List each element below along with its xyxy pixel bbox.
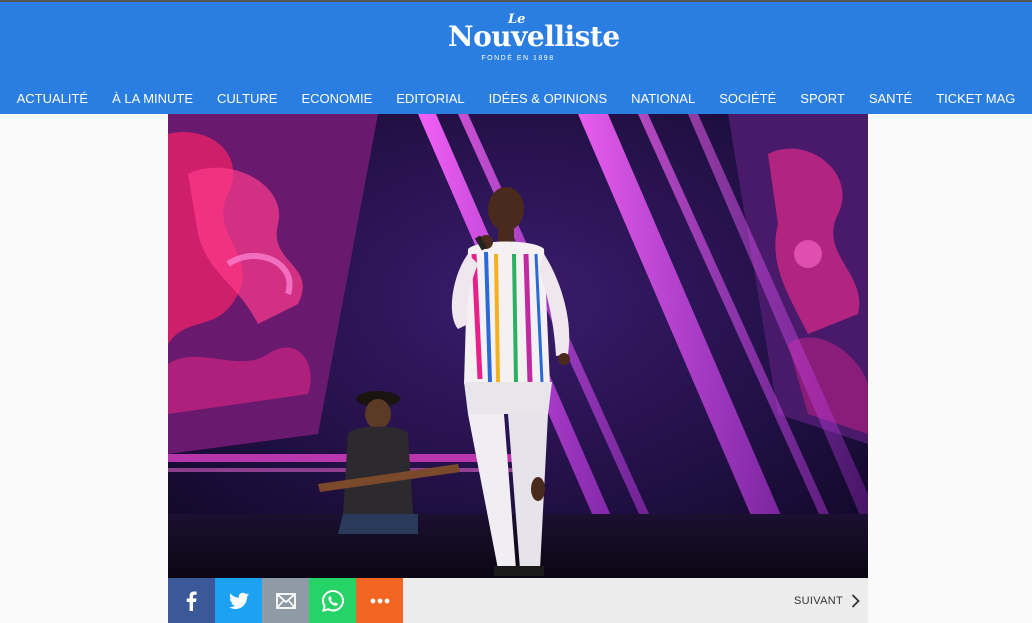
whatsapp-icon <box>321 589 344 612</box>
site-logo[interactable]: Le Nouvelliste FONDÉ EN 1898 <box>448 12 620 68</box>
next-article-button[interactable]: SUIVANT <box>794 578 860 623</box>
nav-item-actualite[interactable]: ACTUALITÉ <box>5 88 101 110</box>
main-nav: ACTUALITÉ À LA MINUTE CULTURE ECONOMIE E… <box>0 88 1032 110</box>
next-label: SUIVANT <box>794 594 843 607</box>
nav-item-idees-opinions[interactable]: IDÉES & OPINIONS <box>477 88 619 110</box>
chevron-right-icon <box>851 593 860 608</box>
twitter-icon <box>228 592 249 609</box>
logo-name: Nouvelliste <box>448 20 620 53</box>
twitter-share-button[interactable] <box>215 578 262 623</box>
nav-item-editorial[interactable]: EDITORIAL <box>384 88 476 110</box>
hero-photo-illustration <box>168 114 868 578</box>
nav-item-ticket-mag[interactable]: TICKET MAG <box>924 88 1027 110</box>
email-icon <box>275 592 296 609</box>
nav-item-sport[interactable]: SPORT <box>788 88 857 110</box>
facebook-share-button[interactable] <box>168 578 215 623</box>
whatsapp-share-button[interactable] <box>309 578 356 623</box>
nav-item-sante[interactable]: SANTÉ <box>857 88 924 110</box>
hero-photo[interactable] <box>168 114 868 578</box>
logo-tagline: FONDÉ EN 1898 <box>481 55 555 62</box>
nav-item-culture[interactable]: CULTURE <box>205 88 289 110</box>
site-header: Le Nouvelliste FONDÉ EN 1898 ACTUALITÉ À… <box>0 2 1032 114</box>
nav-item-national[interactable]: NATIONAL <box>619 88 707 110</box>
email-share-button[interactable] <box>262 578 309 623</box>
facebook-icon <box>186 591 197 611</box>
nav-item-societe[interactable]: SOCIÉTÉ <box>707 88 788 110</box>
nav-item-a-la-minute[interactable]: À LA MINUTE <box>100 88 205 110</box>
share-bar: SUIVANT <box>168 578 868 623</box>
more-icon <box>370 598 389 603</box>
more-share-button[interactable] <box>356 578 403 623</box>
nav-item-economie[interactable]: ECONOMIE <box>289 88 384 110</box>
